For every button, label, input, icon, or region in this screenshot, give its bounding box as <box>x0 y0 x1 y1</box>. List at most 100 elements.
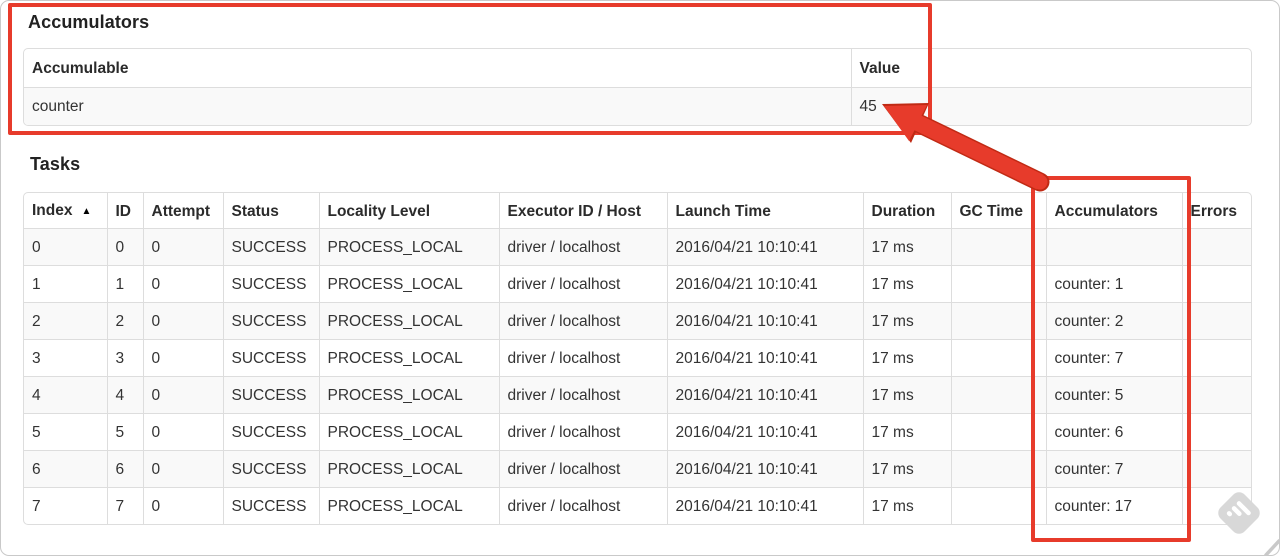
task-cell-duration: 17 ms <box>862 302 951 340</box>
column-header-status[interactable]: Status <box>222 193 319 229</box>
task-cell-executor: driver / localhost <box>498 450 667 488</box>
accumulators-section-heading: Accumulators <box>28 12 150 32</box>
task-cell-attempt: 0 <box>142 302 223 340</box>
task-row: 7 7 0 SUCCESS PROCESS_LOCAL driver / localhos… <box>24 487 1251 524</box>
column-header-gc-time[interactable]: GC Time <box>950 193 1046 229</box>
task-cell-gc-time <box>950 302 1046 340</box>
task-cell-launch-time: 2016/04/21 10:10:41 <box>666 450 863 488</box>
column-header-accumulable[interactable]: Accumulable <box>24 49 851 88</box>
task-cell-executor: driver / localhost <box>498 302 667 340</box>
column-header-errors[interactable]: Errors <box>1181 193 1251 229</box>
column-header-launch-time[interactable]: Launch Time <box>666 193 863 229</box>
task-cell-index: 0 <box>24 228 107 266</box>
column-header-label: GC Time <box>959 202 1023 220</box>
task-row: 3 3 0 SUCCESS PROCESS_LOCAL driver / localhos… <box>24 339 1251 377</box>
task-cell-locality-level: PROCESS_LOCAL <box>318 302 499 340</box>
task-cell-index: 4 <box>24 376 107 414</box>
task-cell-executor: driver / localhost <box>498 339 667 377</box>
column-header-accumulators[interactable]: Accumulators <box>1045 193 1182 229</box>
task-cell-gc-time <box>950 487 1046 524</box>
task-cell-accumulators: counter: 1 <box>1045 265 1182 303</box>
task-cell-executor: driver / localhost <box>498 228 667 266</box>
tasks-table: Index ▲ ID Attempt Status Locality Level Execu… <box>23 192 1252 525</box>
task-cell-status: SUCCESS <box>222 487 319 524</box>
column-header-label: ID <box>115 202 132 220</box>
column-header-attempt[interactable]: Attempt <box>142 193 223 229</box>
task-cell-gc-time <box>950 450 1046 488</box>
task-cell-duration: 17 ms <box>862 450 951 488</box>
task-cell-errors <box>1181 450 1251 488</box>
task-cell-duration: 17 ms <box>862 228 951 266</box>
accumulators-header-row: Accumulable Value <box>24 49 1251 88</box>
task-cell-id: 6 <box>106 450 143 488</box>
task-cell-accumulators <box>1045 228 1182 266</box>
task-row: 1 1 0 SUCCESS PROCESS_LOCAL driver / localhos… <box>24 265 1251 303</box>
column-header-label: Duration <box>871 202 936 220</box>
task-cell-duration: 17 ms <box>862 487 951 524</box>
column-header-label: Launch Time <box>675 202 771 220</box>
task-cell-accumulators: counter: 17 <box>1045 487 1182 524</box>
task-cell-errors <box>1181 228 1251 266</box>
task-cell-status: SUCCESS <box>222 450 319 488</box>
task-cell-gc-time <box>950 339 1046 377</box>
task-row: 4 4 0 SUCCESS PROCESS_LOCAL driver / localhos… <box>24 376 1251 414</box>
column-header-label: Accumulators <box>1054 202 1158 220</box>
accumulable-value-cell: 45 <box>850 87 1251 125</box>
task-cell-locality-level: PROCESS_LOCAL <box>318 487 499 524</box>
task-cell-index: 1 <box>24 265 107 303</box>
column-header-executor-id-host[interactable]: Executor ID / Host <box>498 193 667 229</box>
task-cell-attempt: 0 <box>142 450 223 488</box>
column-header-id[interactable]: ID <box>106 193 143 229</box>
column-header-value[interactable]: Value <box>850 49 1251 88</box>
task-cell-launch-time: 2016/04/21 10:10:41 <box>666 487 863 524</box>
task-cell-errors <box>1181 265 1251 303</box>
task-cell-status: SUCCESS <box>222 339 319 377</box>
task-cell-status: SUCCESS <box>222 265 319 303</box>
task-row: 5 5 0 SUCCESS PROCESS_LOCAL driver / localhos… <box>24 413 1251 451</box>
task-cell-gc-time <box>950 413 1046 451</box>
task-cell-locality-level: PROCESS_LOCAL <box>318 413 499 451</box>
task-cell-id: 5 <box>106 413 143 451</box>
task-cell-gc-time <box>950 265 1046 303</box>
task-cell-status: SUCCESS <box>222 228 319 266</box>
task-cell-duration: 17 ms <box>862 413 951 451</box>
task-cell-attempt: 0 <box>142 413 223 451</box>
task-cell-status: SUCCESS <box>222 413 319 451</box>
task-cell-errors <box>1181 487 1251 524</box>
task-cell-launch-time: 2016/04/21 10:10:41 <box>666 265 863 303</box>
task-cell-attempt: 0 <box>142 228 223 266</box>
column-header-duration[interactable]: Duration <box>862 193 951 229</box>
task-cell-executor: driver / localhost <box>498 413 667 451</box>
task-cell-index: 7 <box>24 487 107 524</box>
column-header-label: Attempt <box>151 202 211 220</box>
task-cell-launch-time: 2016/04/21 10:10:41 <box>666 339 863 377</box>
column-header-label: Status <box>231 202 279 220</box>
task-cell-launch-time: 2016/04/21 10:10:41 <box>666 302 863 340</box>
task-cell-launch-time: 2016/04/21 10:10:41 <box>666 228 863 266</box>
task-cell-launch-time: 2016/04/21 10:10:41 <box>666 376 863 414</box>
task-cell-accumulators: counter: 7 <box>1045 450 1182 488</box>
accumulable-name-cell: counter <box>24 87 851 125</box>
task-cell-accumulators: counter: 5 <box>1045 376 1182 414</box>
task-cell-locality-level: PROCESS_LOCAL <box>318 228 499 266</box>
tasks-header-row: Index ▲ ID Attempt Status Locality Level Execu… <box>24 193 1251 229</box>
task-cell-index: 3 <box>24 339 107 377</box>
task-cell-attempt: 0 <box>142 339 223 377</box>
column-header-label: Index <box>32 202 73 219</box>
task-cell-gc-time <box>950 228 1046 266</box>
task-cell-gc-time <box>950 376 1046 414</box>
column-header-label: Executor ID / Host <box>507 202 642 220</box>
task-cell-locality-level: PROCESS_LOCAL <box>318 265 499 303</box>
task-cell-duration: 17 ms <box>862 376 951 414</box>
task-row: 2 2 0 SUCCESS PROCESS_LOCAL driver / localhos… <box>24 302 1251 340</box>
column-header-label: Errors <box>1190 202 1238 220</box>
task-cell-errors <box>1181 302 1251 340</box>
task-cell-index: 2 <box>24 302 107 340</box>
task-cell-attempt: 0 <box>142 265 223 303</box>
task-cell-attempt: 0 <box>142 376 223 414</box>
column-header-index[interactable]: Index ▲ <box>24 193 107 229</box>
column-header-locality-level[interactable]: Locality Level <box>318 193 499 229</box>
task-cell-accumulators: counter: 2 <box>1045 302 1182 340</box>
task-row: 6 6 0 SUCCESS PROCESS_LOCAL driver / localhos… <box>24 450 1251 488</box>
task-cell-id: 4 <box>106 376 143 414</box>
